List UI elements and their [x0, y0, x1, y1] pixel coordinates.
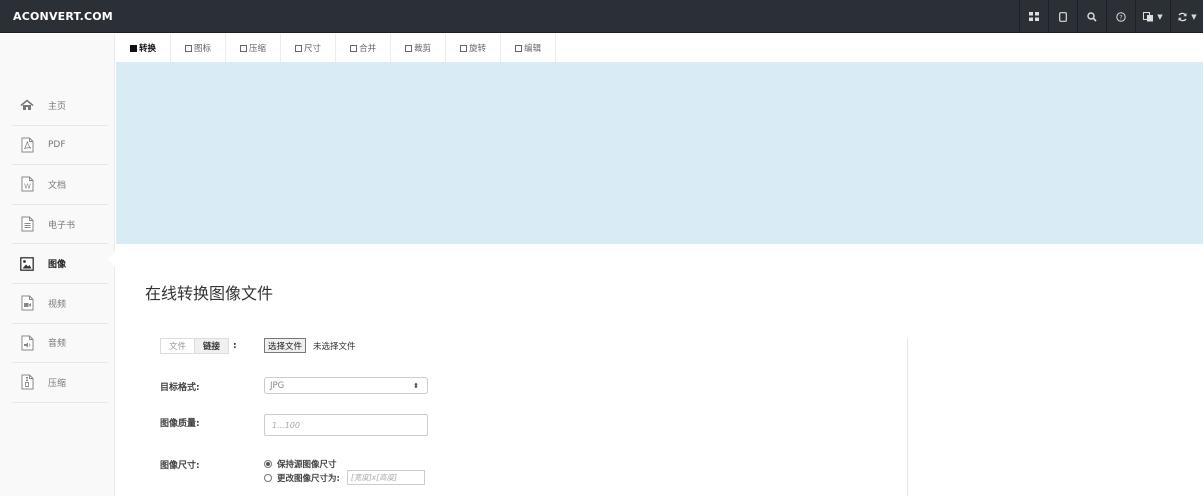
brand-logo[interactable]: ACONVERT.COM — [13, 0, 113, 33]
sidebar: 主页 PDF W 文档 电子书 图像 视频 音频 压缩 — [0, 34, 115, 496]
tab-edit[interactable]: 编辑 — [501, 34, 557, 62]
sidebar-item-document[interactable]: W 文档 — [12, 165, 108, 205]
sidebar-item-ebook[interactable]: 电子书 — [12, 205, 108, 245]
target-format-value: JPG — [270, 380, 285, 391]
top-navbar: ACONVERT.COM ? ▼ ▼ — [0, 0, 1203, 33]
sidebar-item-label: 图像 — [48, 260, 67, 271]
target-format-label: 目标格式: — [160, 383, 200, 393]
source-file-button[interactable]: 文件 — [160, 338, 196, 354]
tab-crop[interactable]: 裁剪 — [391, 34, 447, 62]
sidebar-item-label: PDF — [48, 139, 66, 150]
target-format-select[interactable]: JPG ⬍ — [264, 377, 428, 394]
radio-unchecked-icon[interactable] — [264, 473, 272, 482]
tab-compress[interactable]: 压缩 — [226, 34, 282, 62]
search-icon[interactable] — [1077, 0, 1106, 33]
sidebar-item-label: 压缩 — [48, 378, 67, 389]
sidebar-item-archive[interactable]: 压缩 — [12, 363, 108, 403]
size-dimensions-input[interactable]: [宽度]x[高度] — [346, 470, 425, 485]
pdf-file-icon — [12, 137, 42, 153]
checkbox-icon — [405, 44, 413, 52]
tab-resize[interactable]: 尺寸 — [281, 34, 337, 62]
content-divider — [907, 338, 908, 496]
grid-icon[interactable] — [1019, 0, 1048, 33]
size-keep-option[interactable]: 保持源图像尺寸 — [264, 458, 337, 470]
tab-merge[interactable]: 合并 — [336, 34, 392, 62]
audio-file-icon — [12, 335, 42, 351]
sidebar-item-pdf[interactable]: PDF — [12, 126, 108, 166]
sidebar-item-label: 主页 — [48, 101, 67, 112]
image-size-label: 图像尺寸: — [160, 461, 200, 471]
sidebar-item-video[interactable]: 视频 — [12, 284, 108, 324]
sidebar-item-label: 电子书 — [48, 220, 76, 231]
source-toggle: 文件 链接 : — [160, 338, 237, 354]
choose-file-button[interactable]: 选择文件 — [264, 338, 307, 353]
function-tabs: 转换 图标 压缩 尺寸 合并 裁剪 旋转 编辑 — [116, 34, 557, 62]
sidebar-nav: 主页 PDF W 文档 电子书 图像 视频 音频 压缩 — [12, 86, 108, 403]
ebook-file-icon — [12, 216, 42, 232]
sidebar-item-label: 文档 — [48, 180, 67, 191]
active-item-pointer — [108, 250, 116, 268]
source-link-button[interactable]: 链接 — [195, 338, 230, 354]
image-quality-input[interactable]: 1...100 — [264, 414, 428, 436]
word-file-icon: W — [12, 176, 42, 192]
sidebar-item-label: 视频 — [48, 299, 67, 310]
source-colon: : — [233, 341, 237, 351]
language-icon[interactable]: ▼ — [1135, 0, 1170, 33]
tab-icon[interactable]: 图标 — [171, 34, 227, 62]
navbar-icon-group: ? ▼ ▼ — [1019, 0, 1203, 33]
sidebar-item-image[interactable]: 图像 — [12, 244, 108, 284]
sidebar-item-audio[interactable]: 音频 — [12, 324, 108, 364]
page-title: 在线转换图像文件 — [145, 284, 274, 303]
tab-convert[interactable]: 转换 — [116, 34, 172, 62]
sidebar-item-home[interactable]: 主页 — [12, 86, 108, 126]
archive-file-icon — [12, 374, 42, 390]
banner-area — [116, 62, 1203, 244]
image-quality-label: 图像质量: — [160, 419, 200, 429]
checkbox-icon — [460, 44, 468, 52]
home-icon — [12, 99, 42, 111]
checkbox-icon — [130, 44, 137, 52]
checkbox-icon — [185, 44, 193, 52]
video-file-icon — [12, 295, 42, 311]
file-status: 未选择文件 — [313, 342, 356, 352]
checkbox-icon — [350, 44, 358, 52]
radio-checked-icon[interactable] — [264, 460, 272, 468]
checkbox-icon — [240, 44, 248, 52]
size-change-option[interactable]: 更改图像尺寸为: [宽度]x[高度] — [264, 470, 425, 485]
refresh-icon[interactable]: ▼ — [1170, 0, 1203, 33]
checkbox-icon — [515, 44, 523, 52]
svg-text:W: W — [24, 183, 31, 191]
tab-rotate[interactable]: 旋转 — [446, 34, 502, 62]
checkbox-icon — [295, 44, 303, 52]
help-icon[interactable]: ? — [1106, 0, 1135, 33]
sidebar-item-label: 音频 — [48, 339, 67, 350]
select-arrows-icon: ⬍ — [413, 381, 419, 390]
tablet-icon[interactable] — [1048, 0, 1077, 33]
image-file-icon — [12, 256, 42, 271]
svg-text:?: ? — [1119, 13, 1122, 21]
